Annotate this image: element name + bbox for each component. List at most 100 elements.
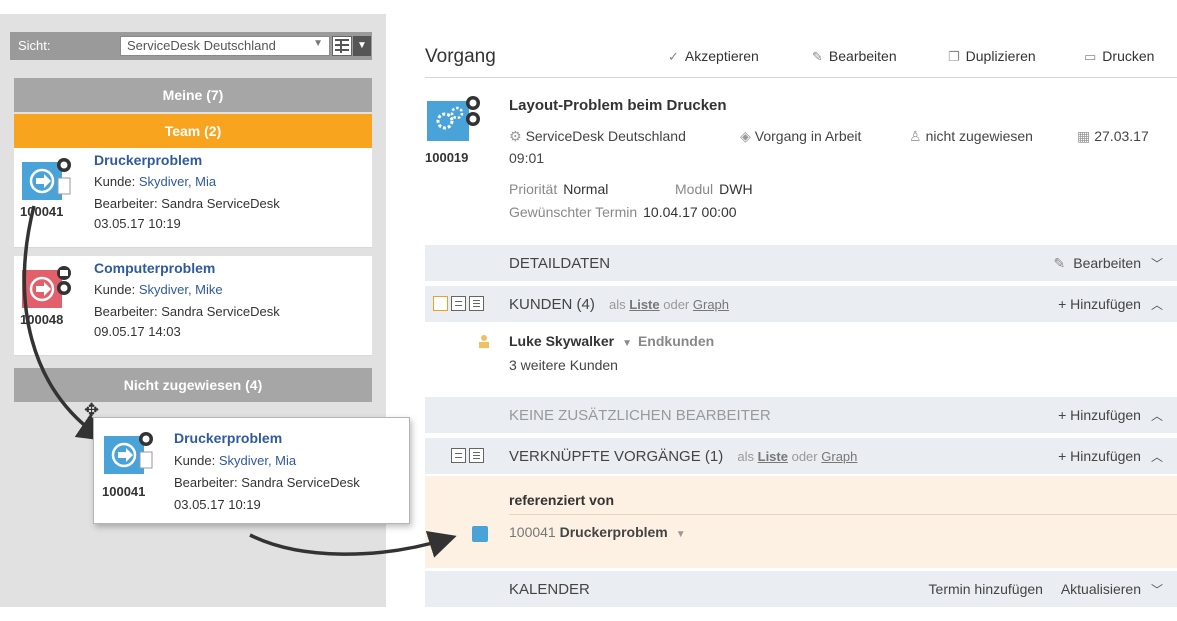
due-date-label: Gewünschter Termin — [509, 204, 638, 220]
customer-label: Kunde: — [94, 282, 136, 297]
time-text: 09:01 — [509, 150, 545, 166]
due-date-field: Gewünschter Termin 10.04.17 00:00 — [509, 204, 737, 220]
section-actions: + Hinzufügen ︿ — [1058, 296, 1163, 313]
column-toggle[interactable] — [433, 448, 487, 466]
ticket-number: 100048 — [20, 312, 64, 327]
bottom-strip — [0, 607, 1177, 621]
module-value: DWH — [719, 181, 753, 197]
three-column-icon[interactable] — [469, 296, 484, 311]
section-title: VERKNÜPFTE VORGÄNGE (1) als Liste oder G… — [509, 448, 857, 465]
add-link-button[interactable]: + Hinzufügen — [1058, 448, 1141, 464]
assignee-text: nicht zugewiesen — [925, 128, 1033, 144]
edit-button[interactable]: ✎ Bearbeiten — [812, 48, 897, 65]
ticket-title[interactable]: Druckerproblem — [94, 152, 202, 168]
customer-role: Endkunden — [637, 333, 715, 349]
chevron-down-icon[interactable]: ﹀ — [1151, 583, 1163, 597]
due-date-value: 10.04.17 00:00 — [643, 204, 737, 220]
ticket-title: Druckerproblem — [174, 430, 283, 446]
ticket-number: 100041 — [102, 484, 146, 499]
status-icon: ◈ — [740, 128, 751, 144]
ticket-card[interactable]: 100041 Druckerproblem Kunde: Skydiver, M… — [14, 148, 372, 248]
person-icon — [479, 335, 489, 348]
graph-view-link[interactable]: Graph — [821, 449, 857, 464]
chevron-down-icon: ▼ — [313, 38, 323, 49]
chevron-up-icon[interactable]: ︿ — [1151, 298, 1163, 312]
single-column-icon[interactable] — [433, 296, 448, 311]
group-meine[interactable]: Meine (7) — [14, 78, 372, 112]
add-editor-button[interactable]: + Hinzufügen — [1058, 407, 1141, 423]
ticket-title: Layout-Problem beim Drucken — [509, 97, 727, 114]
grid-view-icon[interactable] — [332, 36, 352, 56]
module-field: Modul DWH — [675, 181, 753, 197]
section-title: KUNDEN (4) als Liste oder Graph — [509, 296, 729, 313]
check-icon: ✓ — [668, 49, 679, 64]
referenced-ticket-name: Druckerproblem — [559, 524, 668, 540]
chevron-up-icon[interactable]: ︿ — [1151, 409, 1163, 423]
date-meta: ▦ 27.03.17 — [1077, 128, 1149, 145]
ticket-customer: Kunde: Skydiver, Mia — [174, 453, 296, 468]
edit-details-button[interactable]: Bearbeiten — [1073, 255, 1141, 271]
als-text: als — [737, 449, 754, 464]
single-column-icon[interactable] — [433, 448, 448, 463]
column-toggle[interactable] — [433, 296, 487, 314]
referenced-by-area: referenziert von 100041 Druckerproblem ▼ — [425, 476, 1177, 568]
als-text: als — [609, 297, 626, 312]
duplicate-button[interactable]: ❐ Duplizieren — [948, 48, 1036, 65]
three-column-icon[interactable] — [469, 448, 484, 463]
accept-label: Akzeptieren — [684, 48, 759, 64]
customer-label: Kunde: — [94, 174, 136, 189]
ticket-type-icon — [104, 432, 153, 474]
chevron-down-icon[interactable]: ﹀ — [1151, 257, 1163, 271]
customer-link[interactable]: Skydiver, Mike — [139, 282, 223, 297]
customer-name[interactable]: Luke Skywalker — [509, 333, 614, 349]
refresh-button[interactable]: Aktualisieren — [1061, 581, 1141, 597]
ticket-date: 09.05.17 14:03 — [94, 324, 181, 339]
referenced-ticket[interactable]: 100041 Druckerproblem ▼ — [509, 524, 686, 540]
ticket-customer: Kunde: Skydiver, Mike — [94, 282, 223, 297]
edit-icon: ✎ — [1053, 255, 1066, 271]
edit-label: Bearbeiten — [828, 48, 897, 64]
chevron-up-icon[interactable]: ︿ — [1151, 450, 1163, 464]
duplicate-icon: ❐ — [948, 49, 960, 64]
dragged-ticket-card[interactable]: 100041 Druckerproblem Kunde: Skydiver, M… — [93, 417, 410, 524]
section-bearbeiter[interactable]: KEINE ZUSÄTZLICHEN BEARBEITER + Hinzufüg… — [425, 397, 1177, 433]
more-customers-link[interactable]: 3 weitere Kunden — [509, 357, 618, 373]
divider — [425, 77, 1177, 78]
ticket-title[interactable]: Computerproblem — [94, 260, 215, 276]
duplicate-label: Duplizieren — [965, 48, 1036, 64]
section-kalender[interactable]: KALENDER Termin hinzufügen Aktualisieren… — [425, 571, 1177, 607]
group-team[interactable]: Team (2) — [14, 114, 372, 148]
print-button[interactable]: ▭ Drucken — [1084, 48, 1154, 65]
ticket-card[interactable]: 100048 Computerproblem Kunde: Skydiver, … — [14, 256, 372, 356]
divider — [509, 514, 1177, 515]
layout-dropdown-icon[interactable]: ▼ — [353, 36, 371, 56]
ticket-assignee: Bearbeiter: Sandra ServiceDesk — [174, 475, 360, 490]
add-appointment-button[interactable]: Termin hinzufügen — [929, 581, 1043, 597]
group-nicht-zugewiesen[interactable]: Nicht zugewiesen (4) — [14, 368, 372, 402]
section-verknuepfte-vorgaenge[interactable]: VERKNÜPFTE VORGÄNGE (1) als Liste oder G… — [425, 438, 1177, 474]
ticket-type-icon — [472, 526, 488, 542]
section-title: KEINE ZUSÄTZLICHEN BEARBEITER — [509, 407, 771, 424]
ticket-type-icon — [427, 96, 480, 141]
two-column-icon[interactable] — [451, 448, 466, 463]
priority-value: Normal — [563, 181, 609, 197]
list-view-link[interactable]: Liste — [629, 297, 659, 312]
move-cursor-icon: ✥ — [84, 400, 100, 420]
section-kunden[interactable]: KUNDEN (4) als Liste oder Graph + Hinzuf… — [425, 286, 1177, 322]
add-customer-button[interactable]: + Hinzufügen — [1058, 296, 1141, 312]
view-select[interactable]: ServiceDesk Deutschland ▼ — [120, 36, 330, 56]
graph-view-link[interactable]: Graph — [693, 297, 729, 312]
ticket-number: 100019 — [425, 150, 469, 165]
two-column-icon[interactable] — [451, 296, 466, 311]
accept-button[interactable]: ✓ Akzeptieren — [668, 48, 759, 65]
customer-link: Skydiver, Mia — [218, 453, 297, 468]
oder-text: oder — [663, 297, 690, 312]
section-actions: + Hinzufügen ︿ — [1058, 448, 1163, 465]
section-title-text: VERKNÜPFTE VORGÄNGE (1) — [509, 448, 724, 465]
list-view-link[interactable]: Liste — [758, 449, 788, 464]
chevron-down-icon[interactable]: ▼ — [622, 338, 632, 349]
customer-link[interactable]: Skydiver, Mia — [139, 174, 216, 189]
chevron-down-icon[interactable]: ▼ — [676, 529, 686, 540]
section-detaildaten[interactable]: DETAILDATEN ✎ Bearbeiten ﹀ — [425, 245, 1177, 281]
view-switch: als Liste oder Graph — [609, 297, 729, 312]
